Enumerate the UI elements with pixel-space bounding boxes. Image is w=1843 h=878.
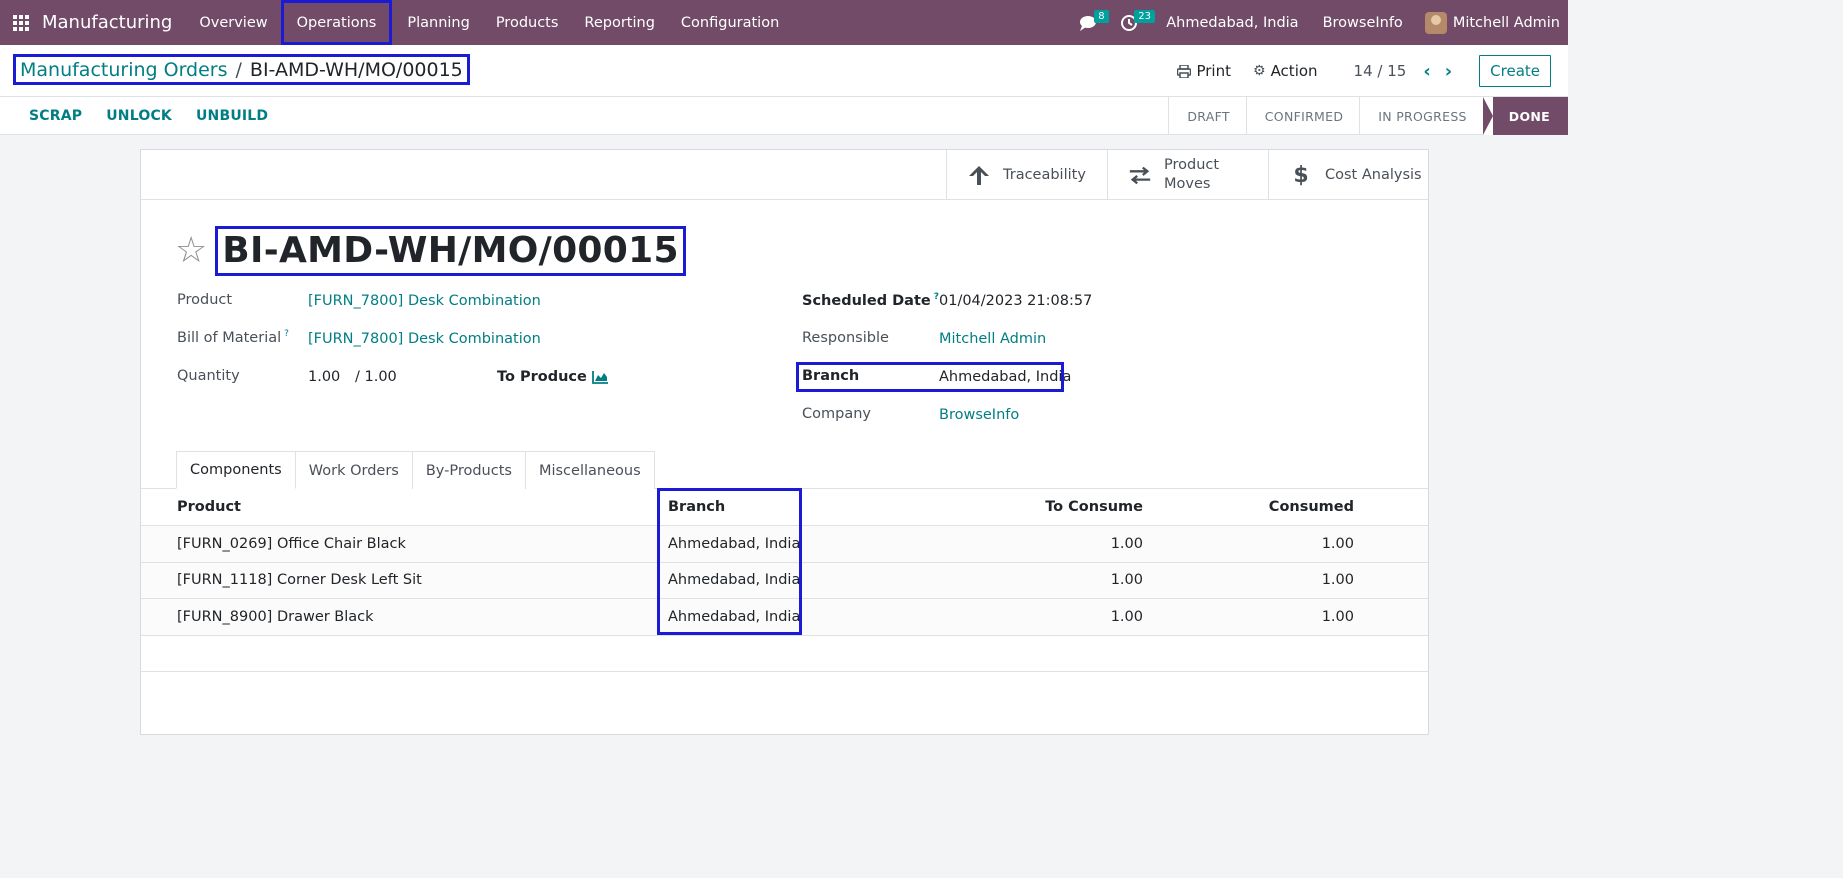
tab-miscellaneous[interactable]: Miscellaneous [524, 451, 655, 489]
product-label: Product [177, 292, 233, 308]
tab-by-products[interactable]: By-Products [411, 451, 526, 489]
stage-draft[interactable]: DRAFT [1168, 97, 1245, 135]
cost-analysis-label: Cost Analysis [1325, 166, 1422, 183]
activities-button[interactable]: 23 [1114, 0, 1155, 45]
company-label: Company [802, 406, 871, 422]
cost-analysis-button[interactable]: $ Cost Analysis [1268, 150, 1429, 200]
row-consumed: 1.00 [1321, 535, 1354, 552]
row-product: [FURN_0269] Office Chair Black [177, 535, 406, 552]
product-moves-label-line1: Product [1164, 157, 1220, 173]
row-to-consume: 1.00 [1110, 608, 1143, 625]
status-stages: DRAFT CONFIRMED IN PROGRESS DONE [1168, 97, 1568, 135]
printer-icon [1177, 64, 1192, 78]
activities-badge: 23 [1134, 10, 1155, 23]
row-to-consume: 1.00 [1110, 572, 1143, 589]
area-chart-icon[interactable] [592, 370, 609, 384]
bom-field[interactable]: [FURN_7800] Desk Combination [308, 331, 541, 347]
scheduled-date-field[interactable]: 01/04/2023 21:08:57 [939, 293, 1092, 309]
pager-next-icon[interactable]: › [1445, 61, 1452, 82]
nav-item-reporting[interactable]: Reporting [571, 0, 668, 45]
gear-icon: ⚙ [1253, 63, 1266, 79]
bom-help-icon[interactable]: ? [284, 329, 289, 339]
scheduled-date-label-text: Scheduled Date [802, 292, 931, 309]
responsible-label: Responsible [802, 330, 889, 346]
quantity-field[interactable]: 1.00 [308, 369, 340, 385]
user-menu[interactable]: Mitchell Admin [1453, 15, 1560, 31]
messages-badge: 8 [1094, 10, 1109, 23]
form-statusbar: SCRAP UNLOCK UNBUILD DRAFT CONFIRMED IN … [0, 97, 1568, 135]
quantity-label: Quantity [177, 368, 240, 384]
branch-column-highlight [657, 488, 802, 635]
stage-confirmed[interactable]: CONFIRMED [1245, 97, 1360, 135]
messages-button[interactable]: 8 [1074, 0, 1109, 45]
row-consumed: 1.00 [1321, 572, 1354, 589]
branch-switcher[interactable]: Ahmedabad, India [1166, 15, 1298, 31]
pager-value[interactable]: 14 / 15 [1354, 62, 1407, 80]
breadcrumb-parent-link[interactable]: Manufacturing Orders [20, 59, 228, 81]
row-consumed: 1.00 [1321, 608, 1354, 625]
traceability-button[interactable]: Traceability [946, 150, 1107, 200]
row-to-consume: 1.00 [1110, 535, 1143, 552]
unbuild-button[interactable]: UNBUILD [184, 108, 280, 124]
action-label: Action [1270, 62, 1318, 80]
to-produce-label: To Produce [497, 369, 587, 385]
arrow-up-icon [969, 166, 989, 185]
tab-components[interactable]: Components [176, 451, 296, 489]
control-actions: Print ⚙ Action 14 / 15 ‹ › Create [1177, 45, 1568, 97]
quantity-total: / 1.00 [355, 369, 397, 385]
row-product: [FURN_8900] Drawer Black [177, 608, 374, 625]
nav-item-overview[interactable]: Overview [186, 0, 280, 45]
stage-done[interactable]: DONE [1482, 97, 1568, 135]
scrap-button[interactable]: SCRAP [17, 108, 94, 124]
product-moves-label: Product Moves [1164, 156, 1219, 194]
header-buttons: SCRAP UNLOCK UNBUILD [17, 97, 280, 135]
print-label: Print [1196, 62, 1231, 80]
nav-item-operations[interactable]: Operations [280, 0, 393, 45]
action-button[interactable]: ⚙ Action [1253, 62, 1318, 80]
nav-item-products[interactable]: Products [483, 0, 572, 45]
stage-in-progress[interactable]: IN PROGRESS [1359, 97, 1483, 135]
app-name[interactable]: Manufacturing [42, 12, 172, 33]
company-field[interactable]: BrowseInfo [939, 407, 1019, 423]
unlock-button[interactable]: UNLOCK [94, 108, 184, 124]
nav-menu: Overview Operations Planning Products Re… [186, 0, 792, 45]
pager-previous-icon[interactable]: ‹ [1423, 61, 1430, 82]
form-sheet: Traceability Product Moves $ Cost Analysi… [140, 149, 1429, 735]
company-switcher[interactable]: BrowseInfo [1323, 15, 1403, 31]
title-row: ☆ BI-AMD-WH/MO/00015 [175, 226, 686, 276]
row-product: [FURN_1118] Corner Desk Left Sit [177, 572, 422, 589]
apps-menu-icon[interactable] [0, 0, 42, 45]
main-navbar: Manufacturing Overview Operations Planni… [0, 0, 1568, 45]
column-header-consumed[interactable]: Consumed [1269, 489, 1354, 525]
traceability-label: Traceability [1003, 166, 1086, 183]
bom-label-text: Bill of Material [177, 329, 282, 346]
notebook-tabs: Components Work Orders By-Products Misce… [176, 451, 655, 489]
scheduled-date-label: Scheduled Date? [802, 292, 939, 309]
exchange-icon [1129, 166, 1151, 185]
print-button[interactable]: Print [1177, 62, 1231, 80]
star-icon[interactable]: ☆ [175, 233, 207, 269]
nav-item-configuration[interactable]: Configuration [668, 0, 792, 45]
create-button[interactable]: Create [1479, 55, 1551, 87]
breadcrumb-separator: / [235, 58, 242, 81]
smart-button-box: Traceability Product Moves $ Cost Analysi… [141, 150, 1428, 200]
record-name: BI-AMD-WH/MO/00015 [215, 226, 686, 276]
control-panel: Manufacturing Orders / BI-AMD-WH/MO/0001… [0, 45, 1568, 97]
product-moves-button[interactable]: Product Moves [1107, 150, 1268, 200]
breadcrumb-current: BI-AMD-WH/MO/00015 [249, 58, 463, 81]
product-field[interactable]: [FURN_7800] Desk Combination [308, 293, 541, 309]
dollar-icon: $ [1293, 162, 1309, 188]
product-moves-label-line2: Moves [1164, 176, 1211, 192]
responsible-field[interactable]: Mitchell Admin [939, 331, 1046, 347]
table-empty-row [141, 635, 1428, 672]
nav-item-planning[interactable]: Planning [394, 0, 482, 45]
avatar[interactable] [1424, 11, 1447, 34]
bom-label: Bill of Material? [177, 329, 289, 346]
breadcrumb: Manufacturing Orders / BI-AMD-WH/MO/0001… [13, 54, 470, 85]
navbar-systray: 8 23 Ahmedabad, India BrowseInfo Mitchel… [1074, 0, 1568, 45]
branch-field-highlight [796, 362, 1064, 392]
column-header-product[interactable]: Product [177, 489, 241, 525]
tab-work-orders[interactable]: Work Orders [294, 451, 413, 489]
column-header-to-consume[interactable]: To Consume [1045, 489, 1143, 525]
